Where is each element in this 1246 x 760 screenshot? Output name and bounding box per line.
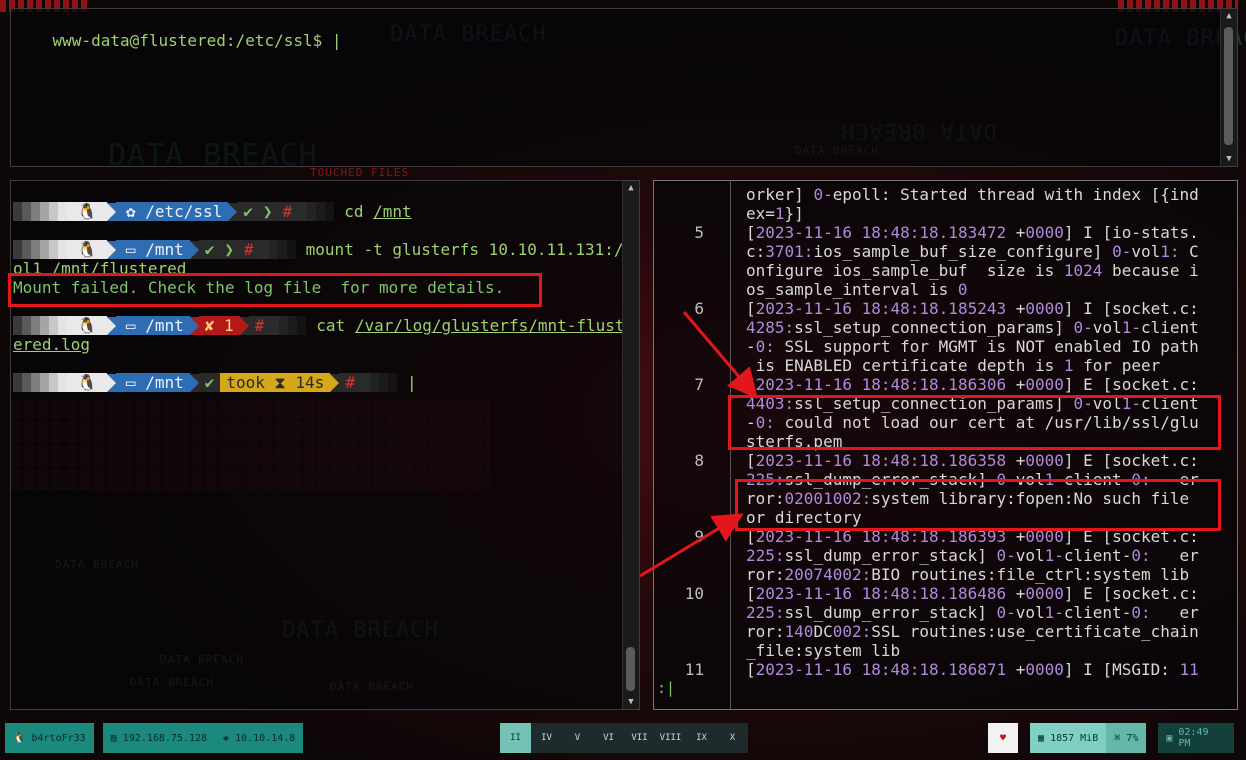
log-line: c:3701:ios_sample_buf_size_configure] 0-… xyxy=(746,242,1199,261)
statusbar-left: 🐧 b4rtoFr33 ▤ 192.168.75.128 ◈ 10.10.14.… xyxy=(5,723,304,753)
powerline-prompt: 🐧 ✿ /etc/ssl ✔ ❯ # cd /mnt xyxy=(13,202,412,221)
scroll-up-icon[interactable]: ▲ xyxy=(1221,9,1237,23)
status-ok-icon: ✔ xyxy=(198,373,221,392)
folder-icon: ▭ xyxy=(125,316,136,335)
line-number: 6 xyxy=(694,299,704,318)
powerline-prompt: 🐧 ▭ /mnt ✔ took ⧗ 14s # | xyxy=(13,373,417,392)
highlight-box xyxy=(8,273,542,307)
linux-icon: 🐧 xyxy=(67,373,107,392)
command-text: mount -t glusterfs 10.10.11.131:/v xyxy=(305,240,634,259)
scroll-up-icon[interactable]: ▲ xyxy=(623,181,639,195)
prompt-hash: # xyxy=(238,240,260,259)
command-text: cat /var/log/glusterfs/mnt-flust xyxy=(316,316,625,335)
workspace-button[interactable]: II xyxy=(500,723,531,753)
log-line: ror:140DC002:SSL routines:use_certificat… xyxy=(746,622,1199,641)
terminal-pane-left[interactable]: 🐧 ✿ /etc/ssl ✔ ❯ # cd /mnt 🐧 ▭ /mnt ✔ ❯ … xyxy=(10,180,640,710)
duration-badge: took ⧗ 14s xyxy=(220,373,331,392)
line-number: 10 xyxy=(684,584,704,603)
prompt-dir: ✿ /etc/ssl xyxy=(115,202,229,221)
log-line: _file:system lib xyxy=(746,641,901,660)
command-text: cd /mnt xyxy=(344,202,412,221)
prompt-dir: ▭ /mnt xyxy=(115,373,190,392)
text-cursor: | xyxy=(406,373,417,392)
prompt-text: www-data@flustered:/etc/ssl$ xyxy=(52,31,332,50)
scroll-down-icon[interactable]: ▼ xyxy=(1221,152,1237,166)
powerline-prompt: 🐧 ▭ /mnt ✘ 1 # cat /var/log/glusterfs/mn… xyxy=(13,316,625,335)
scroll-down-icon[interactable]: ▼ xyxy=(623,695,639,709)
ip-chip-vpn: ◈ 10.10.14.8 xyxy=(215,723,304,753)
highlight-box xyxy=(728,395,1221,450)
scrollbar-thumb[interactable] xyxy=(1224,27,1233,145)
linux-icon: 🐧 xyxy=(13,732,26,744)
prompt-hash: # xyxy=(339,373,361,392)
statusbar-right: ♥ ▦ 1857 MiB ⌘ 7% ▣ 02:49 PM xyxy=(988,723,1235,753)
log-line: -0: SSL support for MGMT is NOT enabled … xyxy=(746,337,1199,356)
workspace-button[interactable]: VI xyxy=(593,723,624,753)
log-line: [2023-11-16 18:48:18.186358 +0000] E [so… xyxy=(746,451,1199,470)
memory-chip: ▦ 1857 MiB xyxy=(1030,723,1107,753)
line-number: 8 xyxy=(694,451,704,470)
workspace-button[interactable]: X xyxy=(717,723,748,753)
workspace-switcher: II IV V VI VII VIII IX X xyxy=(500,723,748,753)
pager-prompt[interactable]: :| xyxy=(657,679,675,697)
status-ok-icon: ✔ xyxy=(198,240,221,259)
powerline-prompt: 🐧 ▭ /mnt ✔ ❯ # mount -t glusterfs 10.10.… xyxy=(13,240,633,259)
command-wrap: ered.log xyxy=(13,335,91,354)
wallpaper-text: TOUCHED FILES xyxy=(310,166,410,179)
memory-icon: ▦ xyxy=(1038,732,1045,744)
network-icon: ▤ xyxy=(110,732,117,744)
line-number: 9 xyxy=(694,527,704,546)
log-line: 225:ssl_dump_error_stack] 0-vol1-client-… xyxy=(746,546,1199,565)
shell-prompt: www-data@flustered:/etc/ssl$ | xyxy=(14,12,342,69)
line-number: 5 xyxy=(694,223,704,242)
workspace-button[interactable]: IX xyxy=(686,723,717,753)
gear-icon: ✿ xyxy=(125,202,136,221)
cube-icon: ◈ xyxy=(223,732,230,744)
log-line: onfigure ios_sample_buf size is 1024 bec… xyxy=(746,261,1199,280)
log-line: [2023-11-16 18:48:18.186306 +0000] E [so… xyxy=(746,375,1199,394)
prompt-dir: ▭ /mnt xyxy=(115,316,190,335)
folder-icon: ▭ xyxy=(125,373,136,392)
text-cursor: | xyxy=(331,31,342,50)
workspace-button[interactable]: VII xyxy=(624,723,655,753)
workspace-button[interactable]: IV xyxy=(531,723,562,753)
workspace-button[interactable]: V xyxy=(562,723,593,753)
log-line: 4285:ssl_setup_connection_params] 0-vol1… xyxy=(746,318,1199,337)
linux-icon: 🐧 xyxy=(67,240,107,259)
log-line: ex=1}] xyxy=(746,204,804,223)
line-number-gutter xyxy=(654,181,731,709)
linux-icon: 🐧 xyxy=(67,316,107,335)
status-error-icon: ✘ 1 xyxy=(198,316,240,335)
clock-chip: ▣ 02:49 PM xyxy=(1158,723,1235,753)
cpu-chip: ⌘ 7% xyxy=(1106,723,1147,753)
log-line: [2023-11-16 18:48:18.186486 +0000] E [so… xyxy=(746,584,1199,603)
line-number: 11 xyxy=(684,660,704,679)
log-line: [2023-11-16 18:48:18.183472 +0000] I [io… xyxy=(746,223,1199,242)
workspace-button[interactable]: VIII xyxy=(655,723,686,753)
log-line: [2023-11-16 18:48:18.185243 +0000] I [so… xyxy=(746,299,1199,318)
scrollbar-thumb[interactable] xyxy=(626,647,635,691)
calendar-icon: ▣ xyxy=(1166,732,1173,744)
log-line: os_sample_interval is 0 xyxy=(746,280,968,299)
log-line: ror:20074002:BIO routines:file_ctrl:syst… xyxy=(746,565,1190,584)
status-ok-icon: ✔ xyxy=(237,202,259,221)
log-line: orker] 0-epoll: Started thread with inde… xyxy=(746,185,1199,204)
ip-chip-local: ▤ 192.168.75.128 xyxy=(102,723,216,753)
log-line: is ENABLED certificate depth is 1 for pe… xyxy=(746,356,1161,375)
highlight-box xyxy=(735,479,1221,531)
folder-icon: ▭ xyxy=(125,240,136,259)
linux-icon: 🐧 xyxy=(67,202,107,221)
terminal-pane-top[interactable]: www-data@flustered:/etc/ssl$ | ▲ ▼ xyxy=(10,8,1238,167)
scrollbar[interactable]: ▲ ▼ xyxy=(622,181,639,709)
cpu-icon: ⌘ xyxy=(1114,732,1121,744)
prompt-hash: # xyxy=(248,316,271,335)
log-line: [2023-11-16 18:48:18.186871 +0000] I [MS… xyxy=(746,660,1199,679)
prompt-dir: ▭ /mnt xyxy=(115,240,190,259)
heart-icon[interactable]: ♥ xyxy=(988,723,1018,753)
user-chip: 🐧 b4rtoFr33 xyxy=(5,723,94,753)
prompt-hash: # xyxy=(276,202,299,221)
log-line: 225:ssl_dump_error_stack] 0-vol1-client-… xyxy=(746,603,1199,622)
line-number: 7 xyxy=(694,375,704,394)
scrollbar[interactable]: ▲ ▼ xyxy=(1220,9,1237,166)
